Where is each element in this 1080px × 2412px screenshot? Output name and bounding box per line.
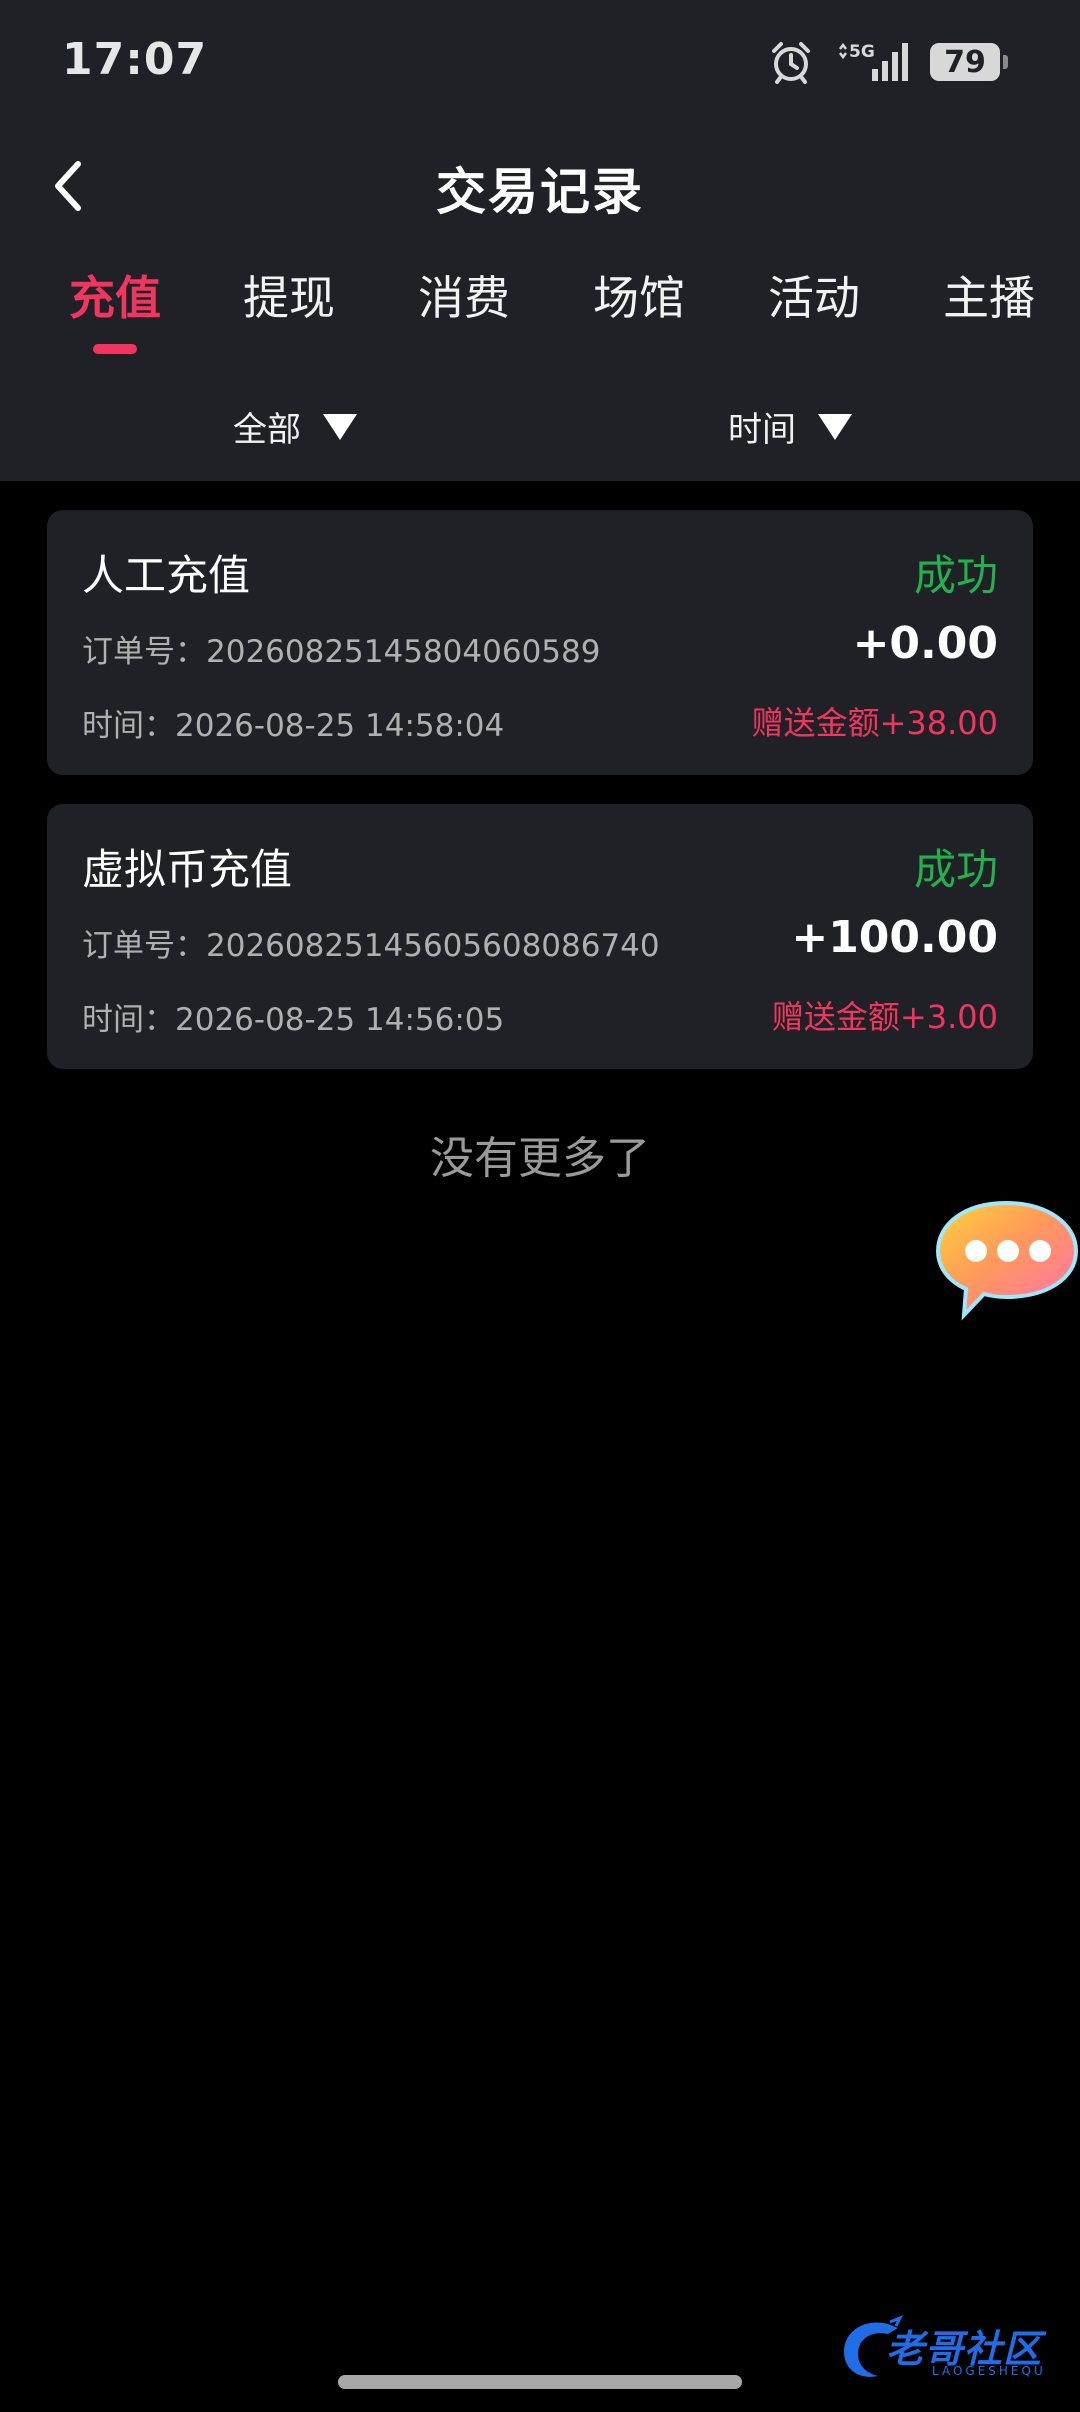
tab-withdraw[interactable]: 提现 [229, 262, 349, 354]
header-area: 17:07 5G 79 交易记录 充值 提现 消费 场馆 活动 主播 全部 时间 [0, 0, 1080, 481]
tab-label: 活动 [768, 271, 860, 325]
tab-venue[interactable]: 场馆 [579, 262, 699, 354]
nav-bar: 交易记录 [0, 126, 1080, 246]
battery-level: 79 [944, 44, 986, 80]
battery-indicator: 79 [930, 43, 1008, 81]
filter-type-dropdown[interactable]: 全部 [233, 402, 357, 451]
page-title: 交易记录 [436, 163, 644, 221]
tab-label: 提现 [243, 271, 335, 325]
tab-label: 充值 [69, 271, 161, 325]
status-icons: 5G 79 [768, 36, 1008, 88]
tab-label: 消费 [418, 271, 510, 325]
filter-type-label: 全部 [233, 410, 301, 450]
record-amount: +0.00 [852, 618, 998, 669]
record-card[interactable]: 人工充值 成功 订单号：20260825145804060589 +0.00 时… [47, 510, 1033, 775]
filter-time-label: 时间 [728, 410, 796, 450]
tab-bar: 充值 提现 消费 场馆 活动 主播 [0, 262, 1080, 362]
watermark-subtext: LAOGESHEQU [932, 2364, 1046, 2378]
record-order-number: 订单号：20260825145605608086740 [82, 928, 660, 964]
record-type: 虚拟币充值 [82, 845, 293, 894]
watermark-logo: 老哥社区 LAOGESHEQU [836, 2312, 1060, 2386]
tab-active-indicator [93, 344, 137, 354]
record-bonus: 赠送金额+38.00 [751, 704, 998, 742]
record-card[interactable]: 虚拟币充值 成功 订单号：20260825145605608086740 +10… [47, 804, 1033, 1069]
record-time: 时间：2026-08-25 14:58:04 [82, 708, 505, 744]
tab-label: 主播 [943, 271, 1035, 325]
record-amount: +100.00 [791, 912, 998, 963]
chat-bubble-icon [935, 1200, 1079, 1321]
filter-time-dropdown[interactable]: 时间 [728, 402, 852, 451]
tab-recharge[interactable]: 充值 [55, 262, 175, 354]
home-indicator[interactable] [338, 2375, 742, 2389]
list-end-text: 没有更多了 [430, 1133, 650, 1184]
tab-consume[interactable]: 消费 [404, 262, 524, 354]
status-bar: 17:07 5G 79 [0, 0, 1080, 118]
triangle-down-icon [818, 413, 852, 440]
record-order-number: 订单号：20260825145804060589 [82, 634, 601, 670]
tab-activity[interactable]: 活动 [754, 262, 874, 354]
record-type: 人工充值 [82, 551, 251, 600]
status-time: 17:07 [62, 34, 208, 85]
signal-5g-icon: 5G [839, 42, 908, 81]
tab-anchor[interactable]: 主播 [929, 262, 1049, 354]
chat-bubble-button[interactable] [934, 1197, 1080, 1321]
record-time: 时间：2026-08-25 14:56:05 [82, 1002, 505, 1038]
tab-label: 场馆 [593, 271, 685, 325]
triangle-down-icon [323, 413, 357, 440]
filter-bar: 全部 时间 [0, 394, 1080, 464]
alarm-icon [772, 42, 810, 84]
network-type: 5G [849, 42, 875, 62]
record-bonus: 赠送金额+3.00 [771, 998, 998, 1036]
record-status: 成功 [913, 551, 998, 600]
record-status: 成功 [913, 845, 998, 894]
